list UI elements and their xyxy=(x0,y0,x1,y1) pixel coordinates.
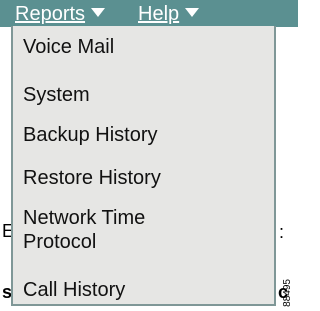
menu-item-label-line: Protocol xyxy=(23,231,97,253)
menu-item-call-history[interactable]: Call History xyxy=(23,278,270,302)
reports-menu-label: Reports xyxy=(15,3,86,25)
menu-bar: Reports Help xyxy=(0,0,298,27)
menu-item-restore-history[interactable]: Restore History xyxy=(23,166,270,190)
help-menu-label: Help xyxy=(138,3,180,25)
reports-dropdown-menu: Voice Mail System Backup History Restore… xyxy=(11,26,276,306)
reports-menu[interactable]: Reports xyxy=(15,3,106,25)
menu-item-system[interactable]: System xyxy=(23,83,270,107)
background-text-fragment: : xyxy=(279,222,285,242)
menu-item-voice-mail[interactable]: Voice Mail xyxy=(23,35,270,59)
menu-item-label-line: Network Time xyxy=(23,207,146,229)
menu-item-network-time-protocol[interactable]: Network Time Protocol xyxy=(23,206,270,254)
chevron-down-icon xyxy=(185,8,200,18)
chevron-down-icon xyxy=(91,8,106,18)
help-menu[interactable]: Help xyxy=(138,3,200,25)
menu-item-backup-history[interactable]: Backup History xyxy=(23,123,270,147)
figure-id: 88495 xyxy=(282,279,293,307)
